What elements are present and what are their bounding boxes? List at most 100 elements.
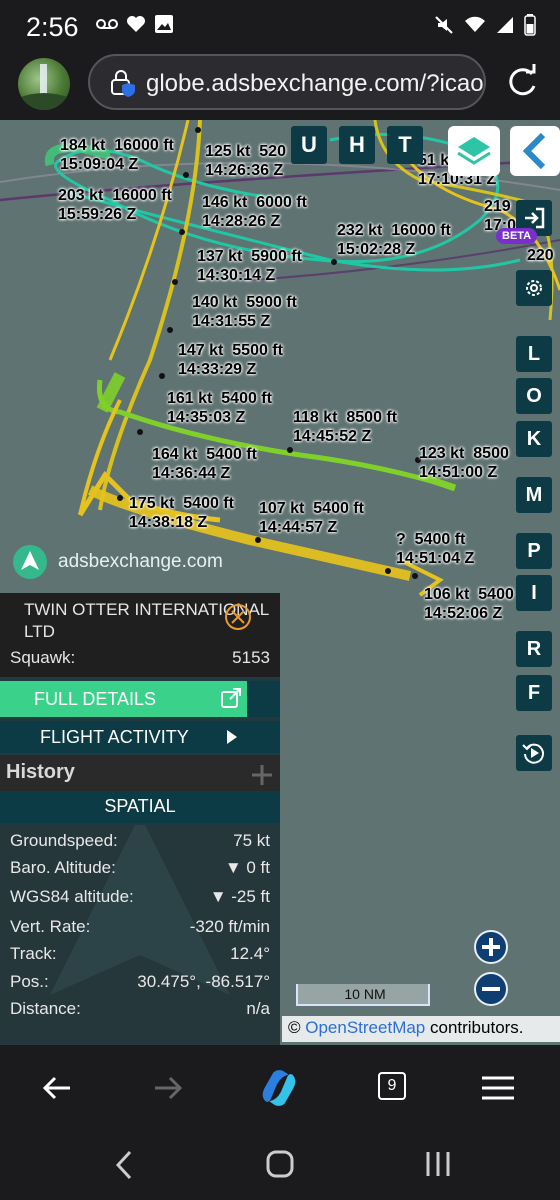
flight-activity-button[interactable]: FLIGHT ACTIVITY (0, 721, 280, 753)
stat-wgs84-altitude: WGS84 altitude: ▼ -25 ft (10, 887, 270, 906)
toggle-i-button[interactable]: I (516, 575, 552, 611)
layers-button[interactable] (448, 126, 500, 176)
status-time: 2:56 (26, 12, 79, 42)
heart-icon (126, 15, 146, 38)
track-label: 125 kt 520 14:26:36 Z (205, 143, 286, 179)
track-label: 184 kt 16000 ft 15:09:04 Z (60, 137, 174, 173)
external-link-icon (220, 687, 242, 714)
history-label: History (6, 761, 75, 783)
stat-baro-altitude: Baro. Altitude: ▼ 0 ft (10, 858, 270, 877)
signal-icon (496, 16, 514, 39)
toggle-p-button[interactable]: P (516, 533, 552, 569)
map-scale-bar: 10 NM (296, 984, 430, 1006)
hamburger-menu-icon (482, 1076, 514, 1100)
stat-track: Track: 12.4° (10, 944, 270, 963)
home-icon (266, 1150, 294, 1178)
toggle-u-button[interactable]: U (291, 126, 327, 164)
status-left-icons (96, 14, 174, 39)
browser-bar: globe.adsbexchange.com/?icao=a (0, 52, 560, 120)
history-section[interactable]: History (0, 755, 280, 791)
play-icon (226, 729, 238, 750)
recents-icon (426, 1152, 450, 1176)
track-label: ? 5400 ft 14:51:04 Z (396, 531, 475, 567)
chevron-left-icon (522, 132, 546, 170)
track-label: 175 kt 5400 ft 14:38:18 Z (129, 495, 234, 531)
close-icon[interactable] (224, 603, 252, 636)
zoom-in-button[interactable] (474, 930, 508, 964)
beta-badge: BETA (496, 228, 538, 244)
back-button[interactable] (34, 1065, 80, 1111)
track-label: 118 kt 8500 ft 14:45:52 Z (293, 409, 398, 445)
tab-count-button[interactable]: 9 (378, 1072, 406, 1100)
full-details-label: FULL DETAILS (34, 689, 157, 709)
replay-button[interactable] (516, 735, 552, 771)
site-security-icon[interactable] (110, 69, 136, 102)
map-view[interactable]: 184 kt 16000 ft 15:09:04 Z 125 kt 520 14:2… (0, 120, 560, 1045)
chevron-left-icon (115, 1150, 132, 1180)
flight-activity-label: FLIGHT ACTIVITY (40, 727, 189, 747)
adsbexchange-watermark: adsbexchange.com (12, 544, 223, 580)
full-details-side-strip (247, 681, 280, 717)
toggle-r-button[interactable]: R (516, 631, 552, 667)
back-arrow-icon (42, 1076, 70, 1100)
system-recents-button[interactable] (424, 1150, 452, 1183)
toggle-f-button[interactable]: F (516, 675, 552, 711)
menu-button[interactable] (475, 1065, 521, 1111)
reload-button[interactable] (502, 62, 542, 102)
plus-icon (482, 938, 500, 956)
track-label: 146 kt 6000 ft 14:28:26 Z (202, 194, 307, 230)
forward-button[interactable] (145, 1065, 191, 1111)
copilot-button[interactable] (256, 1065, 302, 1111)
url-text[interactable]: globe.adsbexchange.com/?icao=a (146, 70, 484, 98)
spatial-label: SPATIAL (104, 796, 176, 816)
toggle-t-button[interactable]: T (387, 126, 423, 164)
profile-avatar[interactable] (18, 58, 70, 110)
stat-groundspeed: Groundspeed: 75 kt (10, 831, 270, 850)
settings-button[interactable] (516, 270, 552, 306)
attribution-prefix: © (288, 1018, 306, 1037)
voicemail-icon (96, 17, 118, 36)
minus-icon (482, 987, 500, 991)
system-back-button[interactable] (114, 1150, 134, 1185)
toggle-h-button[interactable]: H (339, 126, 375, 164)
replay-icon (522, 743, 544, 764)
squawk-value: 5153 (232, 648, 270, 667)
track-label: 164 kt 5400 ft 14:36:44 Z (152, 446, 257, 482)
scale-label: 10 NM (344, 986, 386, 1002)
login-icon (525, 207, 545, 229)
toggle-o-button[interactable]: O (516, 378, 552, 414)
track-label: 137 kt 5900 ft 14:30:14 Z (197, 248, 302, 284)
copilot-icon (262, 1070, 296, 1106)
full-details-button[interactable]: FULL DETAILS (0, 681, 247, 717)
stat-position: Pos.: 30.475°, -86.517° (10, 972, 270, 991)
expand-plus-icon[interactable] (250, 763, 274, 792)
system-home-button[interactable] (266, 1150, 294, 1183)
zoom-out-button[interactable] (474, 972, 508, 1006)
collapse-sidebar-button[interactable] (510, 126, 560, 176)
track-label: 140 kt 5900 ft 14:31:55 Z (192, 294, 297, 330)
mute-icon (434, 15, 454, 40)
gear-icon (526, 280, 542, 296)
image-icon (154, 14, 174, 39)
status-bar: 2:56 (0, 0, 560, 52)
track-label: 123 kt 8500 14:51:00 Z (419, 445, 509, 481)
attribution-suffix: contributors. (425, 1018, 524, 1037)
browser-toolbar: 9 (0, 1045, 560, 1130)
openstreetmap-link[interactable]: OpenStreetMap (305, 1018, 425, 1037)
aircraft-info-panel: TWIN OTTER INTERNATIONAL LTD Squawk: 515… (0, 593, 280, 1045)
toggle-m-button[interactable]: M (516, 477, 552, 513)
track-label: 232 kt 16000 ft 15:02:28 Z (337, 222, 451, 258)
toggle-l-button[interactable]: L (516, 336, 552, 372)
battery-icon (524, 14, 536, 41)
spatial-stats: Groundspeed: 75 kt Baro. Altitude: ▼ 0 ft … (0, 825, 280, 1045)
track-label: 147 kt 5500 ft 14:33:29 Z (178, 342, 283, 378)
spatial-section-header[interactable]: SPATIAL (0, 791, 280, 823)
watermark-text: adsbexchange.com (58, 551, 223, 572)
adsbexchange-logo-icon (13, 545, 47, 579)
toggle-k-button[interactable]: K (516, 421, 552, 457)
track-label: 107 kt 5400 ft 14:44:57 Z (259, 500, 364, 536)
address-bar[interactable]: globe.adsbexchange.com/?icao=a (88, 54, 486, 110)
status-right-icons (434, 14, 536, 41)
operator-section: TWIN OTTER INTERNATIONAL LTD Squawk: 515… (0, 593, 280, 677)
track-label: 106 kt 5400 14:52:06 Z (424, 586, 514, 622)
